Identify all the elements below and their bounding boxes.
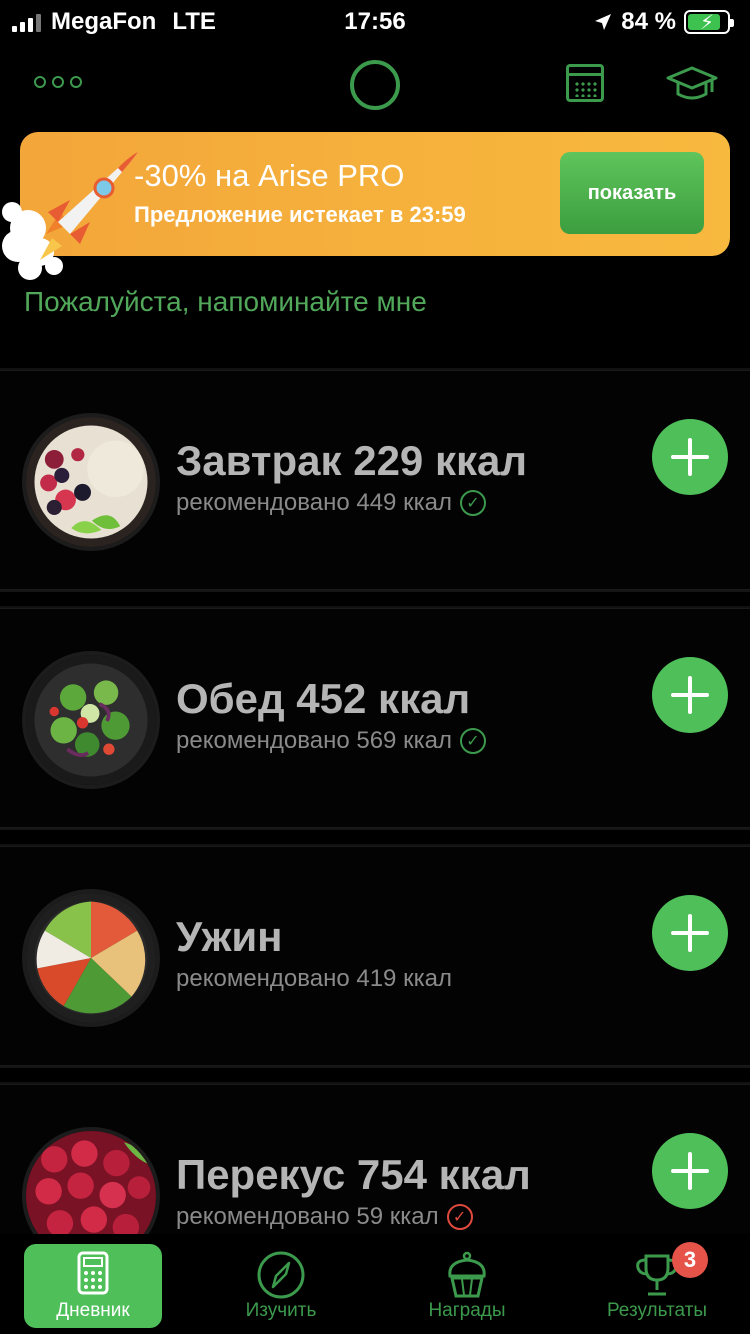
promo-title: -30% на Arise PRO [134, 158, 405, 193]
check-circle-icon: ✓ [459, 728, 486, 754]
meal-recommended: рекомендовано 59 ккал [176, 1203, 439, 1230]
breakfast-image [22, 413, 160, 551]
graduation-cap-icon[interactable] [666, 64, 718, 104]
meal-name: Завтрак 229 ккал [176, 437, 528, 484]
battery-icon: ⚡ [684, 10, 734, 34]
meal-name: Обед 452 ккал [176, 675, 471, 722]
cupcake-icon [448, 1251, 486, 1298]
status-bar: MegaFon LTE 17:56 84 % ⚡ [0, 0, 750, 44]
plus-icon [671, 438, 709, 476]
promo-banner[interactable]: -30% на Arise PRO Предложение истекает в… [2, 132, 730, 280]
meal-card-dinner[interactable]: Ужин рекомендовано 419 ккал [0, 846, 750, 1066]
add-dinner-button[interactable] [652, 895, 728, 971]
meal-name: Перекус 754 ккал [176, 1151, 531, 1198]
compass-icon [257, 1251, 305, 1299]
tab-explore[interactable]: Изучить [212, 1244, 350, 1328]
calculator-icon [77, 1251, 109, 1295]
tab-label: Награды [428, 1300, 506, 1321]
plus-icon [671, 676, 709, 714]
check-circle-icon: ✓ [459, 490, 486, 516]
tab-bar: Дневник Изучить Награды Результаты [0, 1234, 750, 1334]
add-breakfast-button[interactable] [652, 419, 728, 495]
top-navigation [0, 52, 750, 116]
reminder-link[interactable]: Пожалуйста, напоминайте мне [24, 286, 427, 318]
meal-card-breakfast[interactable]: Завтрак 229 ккал рекомендовано 449 ккал … [0, 370, 750, 590]
meal-recommended: рекомендовано 449 ккал [176, 489, 452, 516]
plus-icon [671, 1152, 709, 1190]
meal-card-lunch[interactable]: Обед 452 ккал рекомендовано 569 ккал ✓ [0, 608, 750, 828]
warning-check-icon: ✓ [446, 1204, 473, 1230]
lunch-image [22, 651, 160, 789]
add-snack-button[interactable] [652, 1133, 728, 1209]
more-menu-icon[interactable] [34, 76, 82, 88]
meal-name: Ужин [176, 913, 283, 960]
results-badge: 3 [672, 1242, 708, 1278]
add-lunch-button[interactable] [652, 657, 728, 733]
promo-subtitle: Предложение истекает в 23:59 [134, 202, 466, 227]
tab-diary[interactable]: Дневник [24, 1244, 162, 1328]
location-arrow-icon [595, 14, 612, 30]
tab-label: Результаты [606, 1300, 708, 1321]
progress-ring-icon[interactable] [350, 60, 400, 110]
tab-label: Дневник [56, 1300, 130, 1321]
promo-show-button[interactable]: показать [560, 152, 704, 234]
plus-icon [671, 914, 709, 952]
battery-percent: 84 % [621, 8, 676, 35]
meal-recommended: рекомендовано 419 ккал [176, 965, 452, 992]
calendar-icon[interactable] [566, 64, 604, 102]
rocket-icon [2, 152, 138, 280]
dinner-image [22, 889, 160, 1027]
tab-rewards[interactable]: Награды [398, 1244, 536, 1328]
meal-recommended: рекомендовано 569 ккал [176, 727, 452, 754]
tab-label: Изучить [245, 1300, 317, 1321]
